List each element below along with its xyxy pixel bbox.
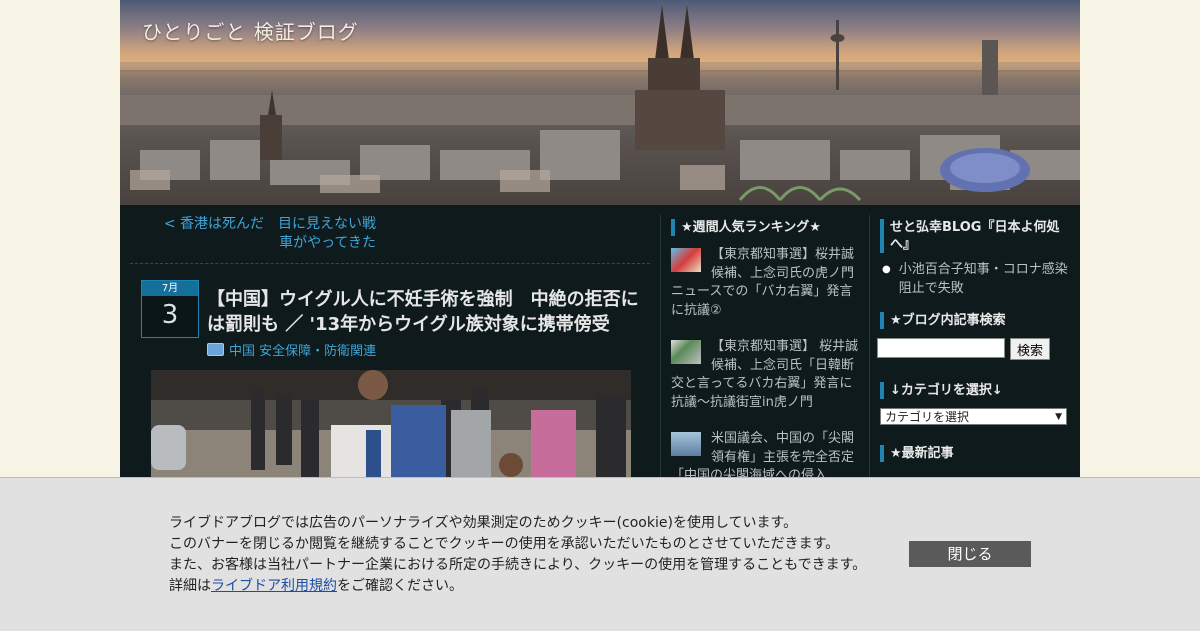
cookie-line-prefix: 詳細は (169, 578, 211, 594)
post-date-day: 3 (161, 300, 179, 330)
cookie-banner: ライブドアブログでは広告のパーソナライズや効果測定のためクッキー(cookie)… (0, 477, 1200, 631)
blog-header[interactable]: ひとりごと 検証ブログ (120, 0, 1080, 205)
category-select-value: カテゴリを選択 (885, 410, 970, 424)
terms-link[interactable]: ライブドア利用規約 (211, 578, 337, 594)
search-title: ★ブログ内記事検索 (880, 312, 1080, 329)
post-category-label[interactable]: 中国 安全保障・防衛関連 (229, 340, 376, 359)
post-photo (151, 370, 631, 490)
sidebar-blog-link-item[interactable]: ● 小池百合子知事・コロナ感染阻止で失敗 (882, 260, 1070, 298)
search-input[interactable] (877, 338, 1005, 358)
category-title: ↓カテゴリを選択↓ (880, 382, 1080, 399)
ranking-thumbnail (671, 340, 701, 364)
prev-post-link[interactable]: < 香港は死んだ 目に見えない戦車がやってきた (152, 215, 376, 253)
cookie-line: このバナーを閉じるか閲覧を継続することでクッキーの使用を承認いただいたものとさせ… (169, 536, 840, 552)
ranking-thumbnail (671, 432, 701, 456)
cookie-text: ライブドアブログでは広告のパーソナライズや効果測定のためクッキー(cookie)… (169, 513, 866, 597)
divider (130, 263, 650, 264)
cookie-line-suffix: をご確認ください。 (337, 578, 463, 594)
cookie-close-button[interactable]: 閉じる (909, 541, 1031, 567)
blog-title[interactable]: ひとりごと 検証ブログ (142, 16, 359, 45)
bullet-icon: ● (882, 264, 891, 275)
ranking-title: ★週間人気ランキング★ (671, 219, 869, 236)
folder-icon (207, 343, 224, 356)
search-form: 検索 (877, 338, 1080, 360)
search-button[interactable]: 検索 (1010, 338, 1051, 360)
post-title[interactable]: 【中国】ウイグル人に不妊手術を強制 中絶の拒否には罰則も ／ '13年からウイグ… (207, 287, 647, 337)
cookie-line: また、お客様は当社パートナー企業における所定の手続きにより、クッキーの使用を管理… (169, 557, 867, 573)
ranking-thumbnail (671, 248, 701, 272)
post-category[interactable]: 中国 安全保障・防衛関連 (207, 340, 376, 359)
category-select[interactable]: カテゴリを選択 ▼ (880, 408, 1067, 425)
ranking-item[interactable]: 【東京都知事選】 桜井誠候補、上念司氏「日韓断交と言ってるバカ右翼」発言に抗議～… (671, 338, 861, 412)
recent-title: ★最新記事 (880, 445, 1080, 462)
cookie-line: ライブドアブログでは広告のパーソナライズや効果測定のためクッキー(cookie)… (169, 515, 798, 531)
post-date: 7月 3 (141, 280, 199, 338)
sidebar-blog-title: せと弘幸BLOG『日本よ何処へ』 (880, 219, 1070, 253)
ranking-item[interactable]: 【東京都知事選】桜井誠候補、上念司氏の虎ノ門ニュースでの「バカ右翼」発言に抗議② (671, 246, 861, 320)
post-date-month: 7月 (142, 281, 198, 296)
cookie-line: 詳細はライブドア利用規約をご確認ください。 (169, 576, 866, 597)
chevron-down-icon: ▼ (1055, 412, 1062, 422)
sidebar-blog-link[interactable]: 小池百合子知事・コロナ感染阻止で失敗 (899, 260, 1070, 298)
